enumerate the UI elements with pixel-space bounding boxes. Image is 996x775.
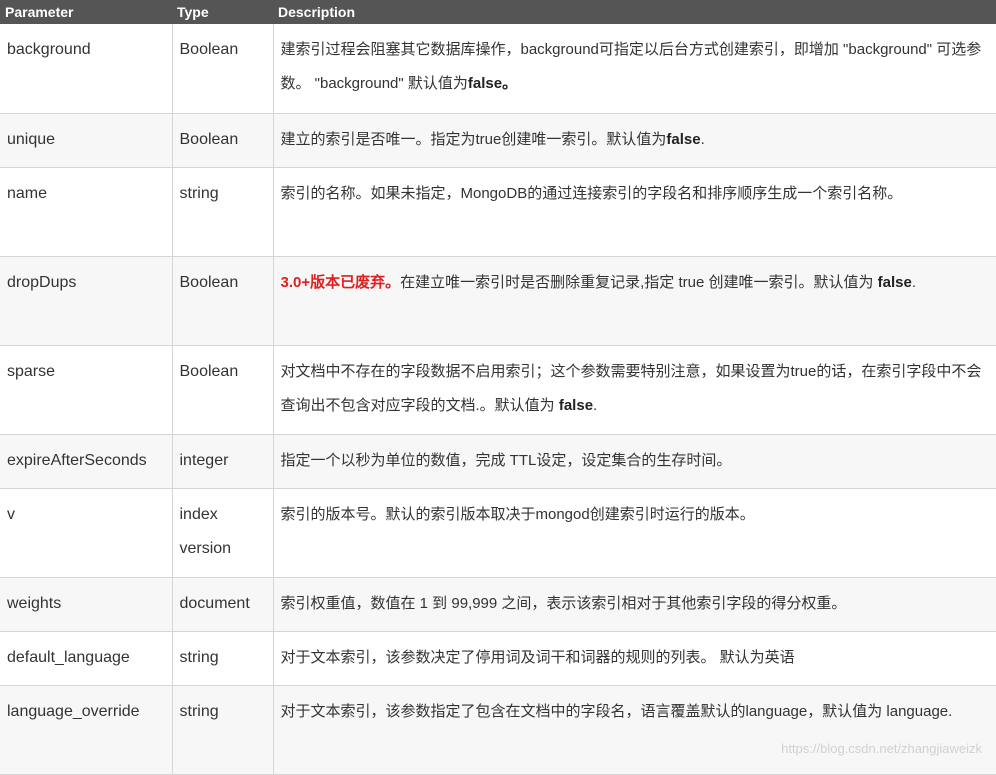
description-suffix: . (593, 396, 598, 414)
description-cell: 索引的名称。如果未指定，MongoDB的通过连接索引的字段名和排序顺序生成一个索… (273, 167, 996, 257)
table-row: default_language string 对于文本索引，该参数决定了停用词… (0, 631, 996, 686)
description-cell: 索引权重值，数值在 1 到 99,999 之间，表示该索引相对于其他索引字段的得… (273, 577, 996, 632)
default-value: false (666, 130, 701, 148)
table-row: sparse Boolean 对文档中不存在的字段数据不启用索引；这个参数需要特… (0, 345, 996, 435)
header-parameter: Parameter (0, 0, 172, 24)
type-cell: Boolean (172, 24, 274, 114)
description-text: 索引权重值，数值在 1 到 99,999 之间，表示该索引相对于其他索引字段的得… (280, 594, 847, 612)
parameters-table: Parameter Type Description background Bo… (0, 0, 996, 775)
description-cell: 对于文本索引，该参数决定了停用词及词干和词器的规则的列表。 默认为英语 (273, 631, 996, 686)
param-cell: default_language (0, 631, 173, 686)
type-cell: Boolean (172, 113, 274, 168)
param-cell: expireAfterSeconds (0, 434, 173, 489)
param-cell: sparse (0, 345, 173, 435)
description-cell: 建立的索引是否唯一。指定为true创建唯一索引。默认值为false. (273, 113, 996, 168)
description-suffix: . (700, 130, 705, 148)
description-text: 建立的索引是否唯一。指定为true创建唯一索引。默认值为 (280, 130, 667, 148)
type-cell: Boolean (172, 256, 274, 346)
description-text: 建索引过程会阻塞其它数据库操作，background可指定以后台方式创建索引，即… (280, 41, 982, 92)
default-value: false (877, 273, 912, 291)
description-text: 索引的名称。如果未指定，MongoDB的通过连接索引的字段名和排序顺序生成一个索… (280, 184, 903, 202)
param-cell: name (0, 167, 173, 257)
table-row: unique Boolean 建立的索引是否唯一。指定为true创建唯一索引。默… (0, 113, 996, 168)
table-row: background Boolean 建索引过程会阻塞其它数据库操作，backg… (0, 24, 996, 114)
table-row: dropDups Boolean 3.0+版本已废弃。在建立唯一索引时是否删除重… (0, 256, 996, 346)
table-row: language_override string 对于文本索引，该参数指定了包含… (0, 685, 996, 775)
description-text: 对文档中不存在的字段数据不启用索引；这个参数需要特别注意，如果设置为true的话… (280, 362, 982, 414)
description-text: 对于文本索引，该参数决定了停用词及词干和词器的规则的列表。 默认为英语 (280, 648, 795, 666)
param-cell: weights (0, 577, 173, 632)
default-value: false。 (467, 75, 518, 92)
param-cell: unique (0, 113, 173, 168)
type-cell: string (172, 685, 274, 775)
type-cell: string (172, 631, 274, 686)
description-text: 在建立唯一索引时是否删除重复记录,指定 true 创建唯一索引。默认值为 (400, 273, 878, 291)
deprecation-warning: 3.0+版本已废弃。 (280, 273, 401, 291)
type-cell: string (172, 167, 274, 257)
param-cell: background (0, 24, 173, 114)
default-value: false (558, 396, 594, 414)
table-row: v index version 索引的版本号。默认的索引版本取决于mongod创… (0, 488, 996, 578)
description-cell: 索引的版本号。默认的索引版本取决于mongod创建索引时运行的版本。 (273, 488, 996, 578)
header-description: Description (273, 0, 996, 24)
header-type: Type (172, 0, 273, 24)
param-cell: v (0, 488, 173, 578)
description-text: 对于文本索引，该参数指定了包含在文档中的字段名，语言覆盖默认的language，… (280, 702, 953, 720)
param-cell: dropDups (0, 256, 173, 346)
description-cell: 建索引过程会阻塞其它数据库操作，background可指定以后台方式创建索引，即… (273, 24, 996, 114)
description-text: 索引的版本号。默认的索引版本取决于mongod创建索引时运行的版本。 (280, 505, 755, 523)
table-row: expireAfterSeconds integer 指定一个以秒为单位的数值，… (0, 434, 996, 489)
type-cell: document (172, 577, 274, 632)
description-text: 指定一个以秒为单位的数值，完成 TTL设定，设定集合的生存时间。 (280, 451, 732, 469)
table-header-row: Parameter Type Description (0, 0, 996, 24)
description-cell: 3.0+版本已废弃。在建立唯一索引时是否删除重复记录,指定 true 创建唯一索… (273, 256, 996, 346)
description-cell: 对文档中不存在的字段数据不启用索引；这个参数需要特别注意，如果设置为true的话… (273, 345, 996, 435)
type-cell: Boolean (172, 345, 274, 435)
table-row: name string 索引的名称。如果未指定，MongoDB的通过连接索引的字… (0, 167, 996, 257)
description-cell: 对于文本索引，该参数指定了包含在文档中的字段名，语言覆盖默认的language，… (273, 685, 996, 775)
description-suffix: . (911, 273, 917, 291)
type-cell: index version (172, 488, 274, 578)
table-row: weights document 索引权重值，数值在 1 到 99,999 之间… (0, 577, 996, 632)
param-cell: language_override (0, 685, 173, 775)
type-cell: integer (172, 434, 274, 489)
description-cell: 指定一个以秒为单位的数值，完成 TTL设定，设定集合的生存时间。 (273, 434, 996, 489)
